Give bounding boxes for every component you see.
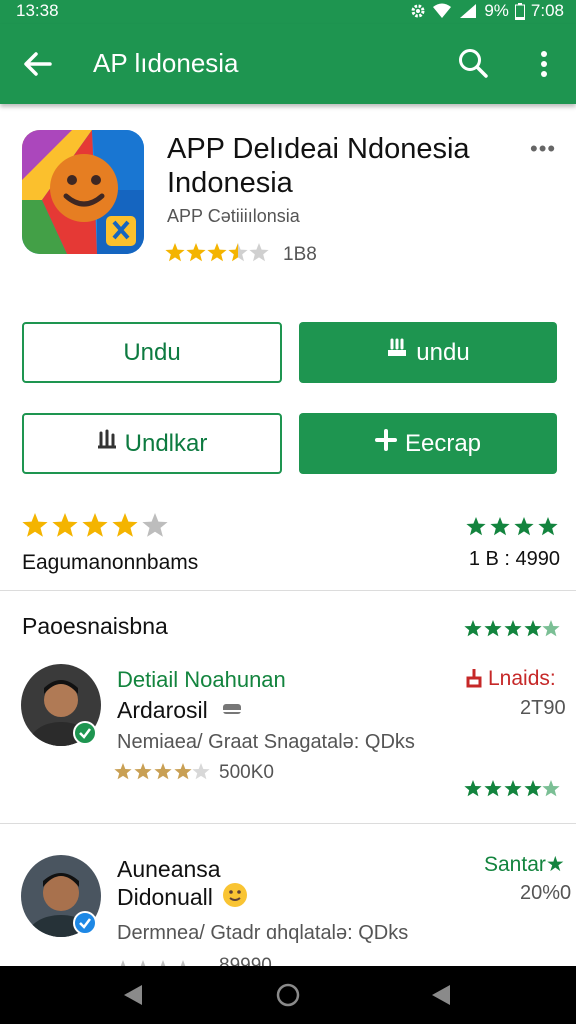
verified-badge-icon	[73, 911, 97, 935]
signal-icon	[458, 3, 478, 19]
arrow-left-icon[interactable]	[20, 46, 56, 82]
nav-recents-icon[interactable]	[430, 983, 452, 1012]
settings-icon	[410, 3, 426, 19]
wifi-icon	[432, 3, 452, 19]
open-label: Eecrap	[404, 429, 482, 457]
review-title: Detiail Noahunan	[117, 667, 286, 692]
review-stars-icon	[114, 760, 210, 787]
download-icon	[386, 338, 408, 367]
navigation-bar	[0, 966, 576, 1024]
summary-label: Eagumanonnbams	[22, 551, 199, 574]
status-bar: 13:38 9% 7:08	[0, 0, 576, 24]
review-count-clip: 89990	[219, 955, 272, 966]
app-bar: AP lıdonesia	[0, 24, 576, 104]
nav-back-icon[interactable]	[122, 983, 144, 1012]
review-author: Ardarosil	[117, 697, 208, 723]
download-label: undu	[416, 338, 470, 366]
more-horiz-icon[interactable]: •••	[530, 136, 556, 162]
battery-percent: 9%	[484, 1, 509, 20]
nav-home-icon[interactable]	[276, 983, 300, 1012]
app-rating: 1B8	[165, 240, 317, 269]
app-title: APP Delıdeai Ndonesia Indonesia	[167, 133, 470, 199]
install-label: Undu	[123, 338, 181, 366]
review-right-percent: 20%0	[520, 882, 572, 904]
summary-green-stars-icon	[466, 515, 560, 542]
more-vert-icon[interactable]	[530, 46, 558, 82]
review-author: Didonuall	[117, 884, 213, 910]
smile-emoji-icon	[222, 882, 248, 913]
download-button[interactable]: undu	[299, 322, 557, 383]
app-bar-title: AP lıdonesia	[93, 48, 239, 78]
review-right-label: Lnaids:	[488, 667, 556, 690]
review-right-label: Santar★	[484, 853, 565, 876]
status-time-left: 13:38	[16, 1, 59, 20]
review-meta: Dermnea/ Gtadr ɑhqlatalə: QDks	[117, 922, 409, 944]
divider	[0, 823, 576, 824]
summary-stars-icon	[22, 511, 172, 544]
search-icon[interactable]	[456, 46, 490, 80]
open-button[interactable]: Eecrap	[299, 413, 557, 474]
verified-badge-icon	[73, 721, 97, 745]
review-meta: Nemiaea/ Graat Snagatalə: QDks	[117, 731, 415, 753]
divider	[0, 590, 576, 591]
app-icon	[22, 130, 144, 254]
section-green-stars-icon	[464, 617, 560, 644]
uninstall-icon	[97, 429, 117, 458]
status-time-right: 7:08	[530, 1, 564, 20]
install-button[interactable]: Undu	[22, 322, 282, 383]
uninstall-button[interactable]: Undlkar	[22, 413, 282, 474]
reviews-section-title: Paoesnaisbna	[22, 613, 168, 639]
summary-value: 1 B : 4990	[468, 548, 560, 570]
report-icon[interactable]	[464, 668, 484, 695]
status-icons: 9% 7:08	[410, 1, 564, 21]
app-developer[interactable]: APP Cətiiiılonsia	[167, 206, 300, 227]
review-count: 500K0	[219, 762, 274, 783]
uninstall-label: Undlkar	[124, 429, 208, 457]
review-count: 89990	[219, 955, 272, 966]
review-right-percent: 2T90	[520, 697, 566, 719]
review-green-stars-icon	[464, 777, 560, 804]
open-icon	[374, 429, 397, 458]
review-title: Auneansa	[117, 856, 221, 882]
device-icon	[220, 699, 244, 724]
battery-icon	[514, 2, 525, 20]
rating-count: 1B8	[283, 243, 317, 265]
rating-stars-icon	[165, 240, 271, 269]
